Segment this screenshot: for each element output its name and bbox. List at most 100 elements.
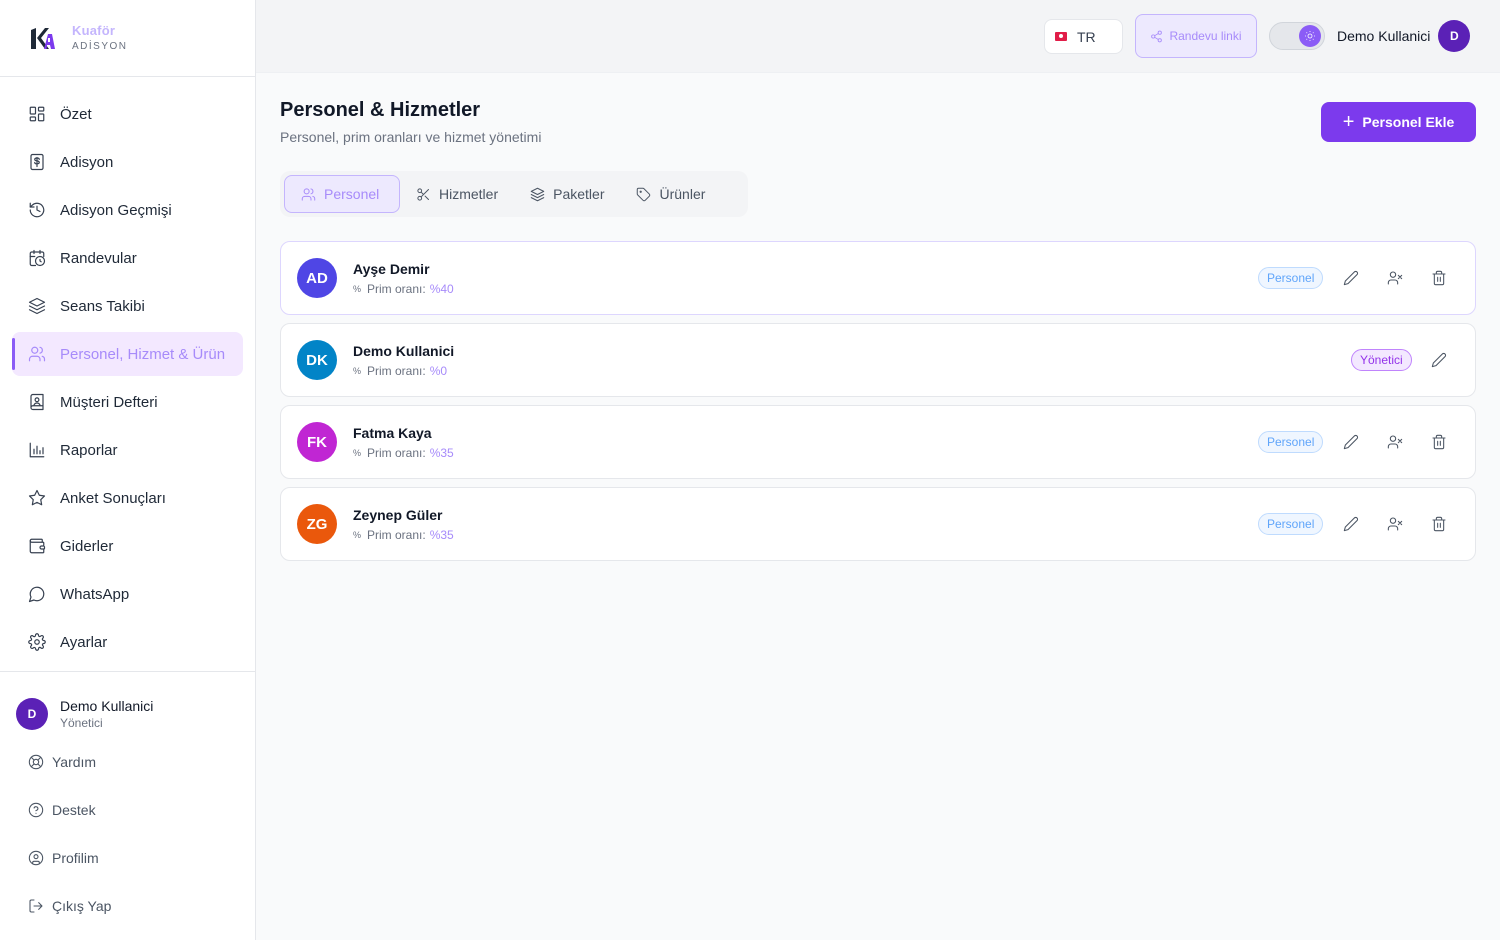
share-icon [1151, 30, 1163, 42]
nav-item-ozet[interactable]: Özet [12, 92, 243, 136]
avatar[interactable]: D [1438, 20, 1471, 52]
tab-label: Personel [324, 186, 380, 202]
trash-icon [1432, 434, 1446, 450]
nav-item-ayarlar[interactable]: Ayarlar [12, 620, 243, 664]
avatar: D [16, 697, 48, 730]
edit-button[interactable] [1340, 267, 1362, 289]
nav-item-randevular[interactable]: Randevular [12, 236, 243, 280]
sidebar-user-role: Yönetici [60, 715, 103, 730]
tab-label: Paketler [553, 186, 605, 202]
topbar: TR Randevu linki Demo Kullanici D [256, 0, 1500, 73]
percent-icon: % [353, 530, 362, 540]
staff-name: Demo Kullanici [353, 343, 455, 359]
user-x-icon [1387, 435, 1403, 449]
staff-rate: % Prim oranı: %0 [353, 364, 447, 378]
help-link[interactable]: Yardım [0, 738, 255, 786]
profile-link[interactable]: Profilim [0, 834, 255, 882]
edit-button[interactable] [1340, 513, 1362, 535]
staff-row[interactable]: FK Fatma Kaya % Prim oranı: %35 Personel [280, 405, 1476, 479]
trash-icon [1432, 270, 1446, 286]
rate-value: %35 [429, 528, 454, 542]
sidebar-user[interactable]: D Demo Kullanici Yönetici [0, 672, 255, 738]
randevu-link-button[interactable]: Randevu linki [1135, 14, 1257, 58]
page-title: Personel & Hizmetler [280, 99, 481, 121]
user-circle-icon [28, 850, 44, 866]
language-selector[interactable]: TR [1044, 19, 1123, 54]
nav-item-label: Adisyon Geçmişi [60, 201, 172, 219]
nav-item-giderler[interactable]: Giderler [12, 524, 243, 568]
deactivate-button[interactable] [1384, 267, 1406, 289]
nav-item-personel-hizmet-urun[interactable]: Personel, Hizmet & Ürün [12, 332, 243, 376]
tab-paketler[interactable]: Paketler [514, 175, 620, 213]
tab-personel[interactable]: Personel [284, 175, 400, 213]
main-nav: Özet Adisyon Adisyon Geçmişi Randevular … [0, 77, 255, 664]
star-icon [28, 489, 46, 506]
delete-button[interactable] [1428, 513, 1450, 535]
nav-item-whatsapp[interactable]: WhatsApp [12, 572, 243, 616]
brand-name: Kuaför [72, 23, 116, 38]
page-subtitle: Personel, prim oranları ve hizmet yöneti… [280, 129, 542, 145]
staff-row[interactable]: DK Demo Kullanici % Prim oranı: %0 Yönet… [280, 323, 1476, 397]
logout-icon [29, 899, 43, 913]
layers-icon [28, 297, 46, 315]
nav-item-adisyon[interactable]: Adisyon [12, 140, 243, 184]
tab-urunler[interactable]: Ürünler [620, 175, 721, 213]
user-x-icon [1387, 271, 1403, 285]
tab-label: Hizmetler [439, 186, 499, 202]
lifebuoy-icon [28, 754, 44, 770]
nav-item-anket-sonuclari[interactable]: Anket Sonuçları [12, 476, 243, 520]
bar-chart-icon [29, 442, 45, 458]
avatar: ZG [297, 504, 337, 544]
nav-item-label: Raporlar [60, 441, 118, 459]
logout-link[interactable]: Çıkış Yap [0, 882, 255, 930]
trash-icon [1432, 516, 1446, 532]
top-user-menu[interactable]: Demo Kullanici D [1337, 20, 1471, 52]
rate-label: Prim oranı: [367, 364, 426, 378]
history-icon [29, 202, 45, 218]
nav-item-musteri-defteri[interactable]: Müşteri Defteri [12, 380, 243, 424]
delete-button[interactable] [1428, 267, 1450, 289]
role-badge: Personel [1258, 267, 1324, 289]
nav-item-seans-takibi[interactable]: Seans Takibi [12, 284, 243, 328]
rate-label: Prim oranı: [367, 282, 426, 296]
nav-item-label: Randevular [60, 249, 137, 267]
nav-item-label: Anket Sonuçları [60, 489, 166, 507]
turkey-flag-icon [1055, 32, 1067, 41]
nav-item-label: Personel, Hizmet & Ürün [60, 345, 226, 363]
edit-button[interactable] [1428, 349, 1450, 371]
pencil-icon [1431, 352, 1447, 368]
language-code: TR [1077, 28, 1096, 45]
support-link[interactable]: Destek [0, 786, 255, 834]
tab-hizmetler[interactable]: Hizmetler [400, 175, 514, 213]
deactivate-button[interactable] [1384, 513, 1406, 535]
rate-value: %40 [429, 282, 454, 296]
sidebar-footer: D Demo Kullanici Yönetici Yardım Destek … [0, 671, 255, 930]
staff-rate: % Prim oranı: %35 [353, 446, 454, 460]
edit-button[interactable] [1340, 431, 1362, 453]
wallet-icon [29, 538, 46, 554]
nav-item-label: Seans Takibi [60, 297, 145, 315]
pencil-icon [1343, 270, 1359, 286]
brand[interactable]: Kuaför ADİSYON [0, 0, 255, 77]
nav-item-adisyon-gecmisi[interactable]: Adisyon Geçmişi [12, 188, 243, 232]
nav-item-raporlar[interactable]: Raporlar [12, 428, 243, 472]
theme-toggle[interactable] [1269, 22, 1325, 50]
staff-row[interactable]: AD Ayşe Demir % Prim oranı: %40 Personel [280, 241, 1476, 315]
sun-icon [1305, 31, 1315, 41]
user-x-icon [1387, 517, 1403, 531]
staff-name: Zeynep Güler [353, 507, 443, 523]
delete-button[interactable] [1428, 431, 1450, 453]
avatar: FK [297, 422, 337, 462]
rate-value: %35 [429, 446, 454, 460]
randevu-link-label: Randevu linki [1169, 29, 1242, 43]
calendar-clock-icon [29, 249, 46, 267]
scissors-icon [417, 187, 429, 201]
add-staff-button[interactable]: + Personel Ekle [1321, 102, 1476, 142]
receipt-icon [30, 153, 44, 171]
tag-icon [637, 187, 651, 201]
staff-row[interactable]: ZG Zeynep Güler % Prim oranı: %35 Person… [280, 487, 1476, 561]
deactivate-button[interactable] [1384, 431, 1406, 453]
pencil-icon [1343, 516, 1359, 532]
nav-item-label: Adisyon [60, 153, 114, 171]
support-link-label: Destek [52, 802, 96, 818]
